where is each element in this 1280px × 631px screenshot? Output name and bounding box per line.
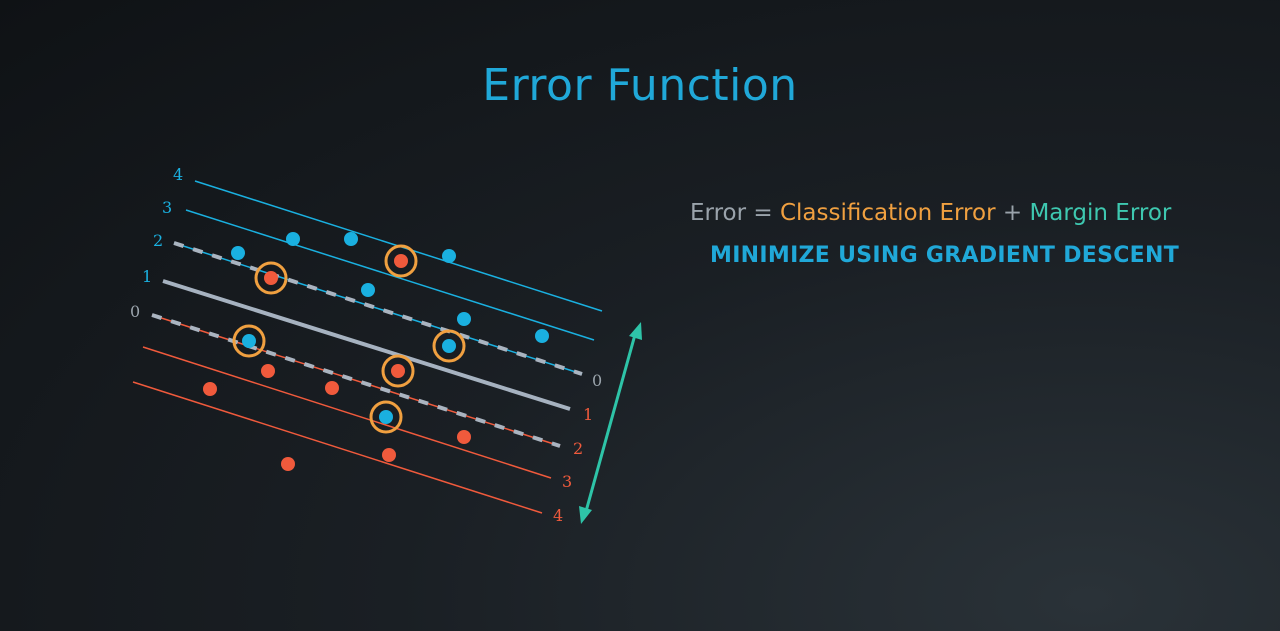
right-label-4: 4 xyxy=(553,506,563,525)
red-point xyxy=(394,254,408,268)
red-point xyxy=(264,271,278,285)
blue-point xyxy=(442,249,456,263)
svm-diagram: 4 3 2 1 0 0 1 2 3 4 xyxy=(130,165,642,525)
blue-point xyxy=(286,232,300,246)
right-label-1: 1 xyxy=(583,405,593,424)
red-point xyxy=(391,364,405,378)
slide: Error Function Error = Classification Er… xyxy=(0,0,1280,631)
blue-point xyxy=(535,329,549,343)
blue-point xyxy=(379,410,393,424)
right-label-2: 2 xyxy=(573,439,583,458)
red-point xyxy=(382,448,396,462)
blue-point xyxy=(442,339,456,353)
decision-boundary-line xyxy=(162,279,571,411)
red-point xyxy=(325,381,339,395)
red-line-3 xyxy=(142,346,552,479)
left-label-1: 1 xyxy=(142,267,152,286)
red-point xyxy=(261,364,275,378)
left-label-0: 0 xyxy=(130,302,140,321)
blue-point xyxy=(242,334,256,348)
red-point xyxy=(457,430,471,444)
left-label-2: 2 xyxy=(153,231,163,250)
red-point xyxy=(203,382,217,396)
left-label-3: 3 xyxy=(162,198,172,217)
red-line-4 xyxy=(132,381,543,514)
blue-point xyxy=(344,232,358,246)
right-label-3: 3 xyxy=(562,472,572,491)
blue-point xyxy=(231,246,245,260)
blue-line-3 xyxy=(185,209,595,341)
red-point xyxy=(281,457,295,471)
blue-point xyxy=(457,312,471,326)
right-label-0: 0 xyxy=(592,371,602,390)
blue-point xyxy=(361,283,375,297)
left-label-4: 4 xyxy=(173,165,183,184)
